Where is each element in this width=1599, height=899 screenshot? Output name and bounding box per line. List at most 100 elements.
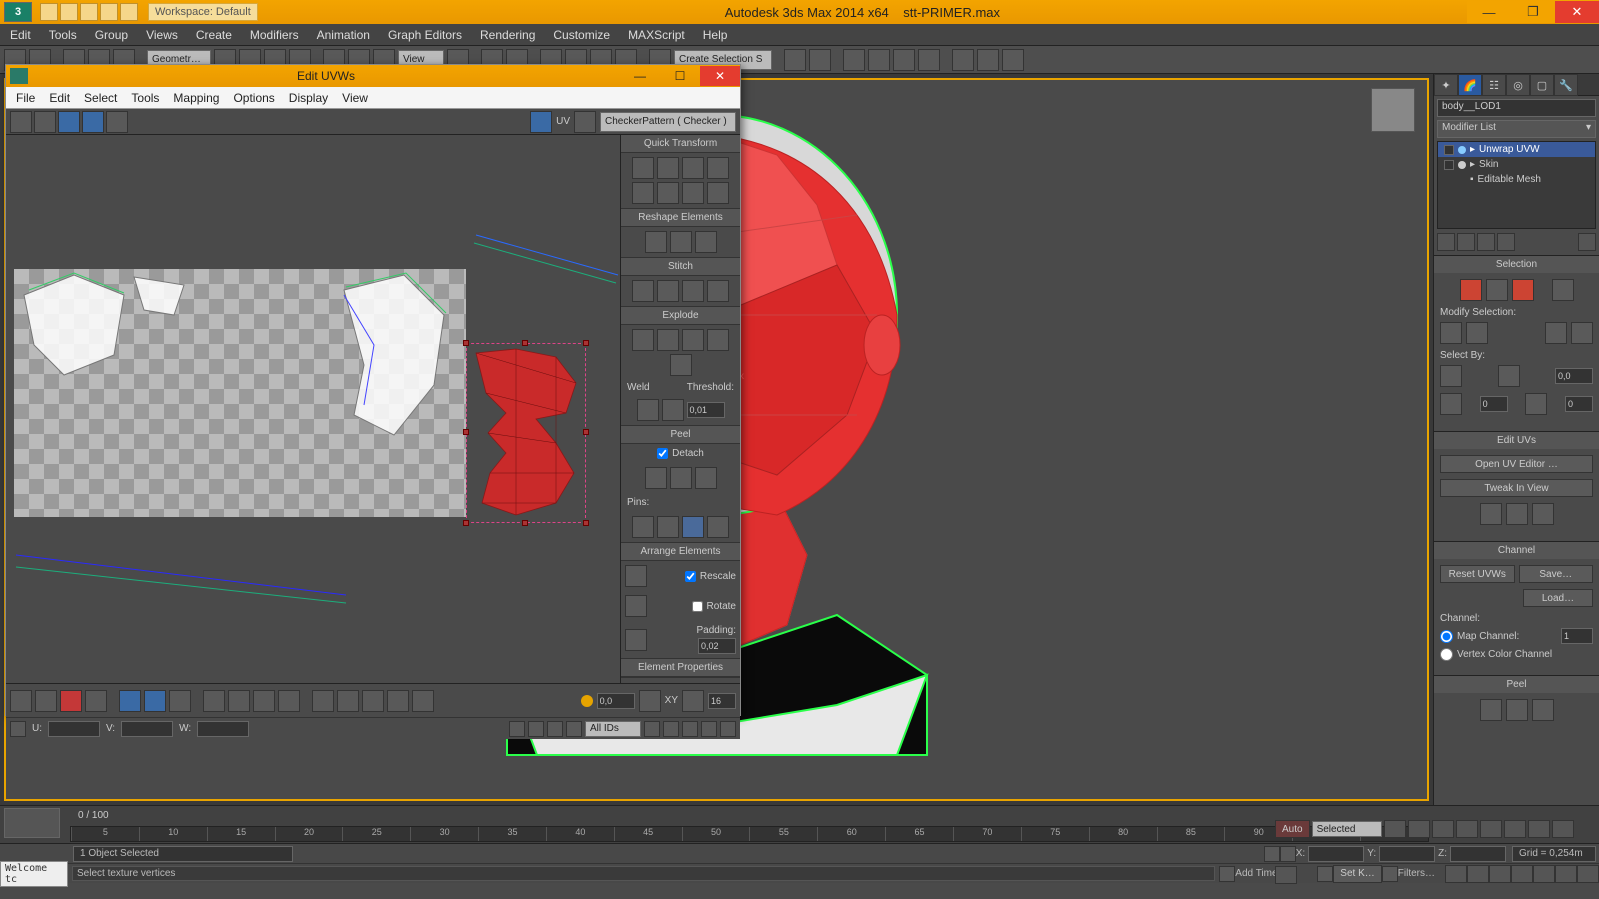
zoom-extents-icon[interactable] [701, 721, 717, 737]
uvw-mirror-icon[interactable] [106, 111, 128, 133]
misc-3-icon[interactable] [362, 690, 384, 712]
menu-tools[interactable]: Tools [49, 28, 77, 42]
quickmap-1-icon[interactable] [1480, 503, 1502, 525]
pack-3-icon[interactable] [625, 629, 647, 651]
menu-animation[interactable]: Animation [317, 28, 370, 42]
ring2-icon[interactable] [1571, 322, 1593, 344]
uvw-rotate-icon[interactable] [34, 111, 56, 133]
straighten-icon[interactable] [645, 231, 667, 253]
sel-edge-icon[interactable] [1486, 279, 1508, 301]
rotate-ccw-icon[interactable] [682, 157, 704, 179]
v-input[interactable] [121, 721, 173, 737]
uvw-move-icon[interactable] [10, 111, 32, 133]
rollout-explode[interactable]: Explode [621, 307, 740, 325]
ring-icon[interactable] [278, 690, 300, 712]
snap2-icon[interactable] [566, 721, 582, 737]
u-input[interactable] [48, 721, 100, 737]
rollout-channel[interactable]: Channel [1434, 542, 1599, 559]
menu-maxscript[interactable]: MAXScript [628, 28, 685, 42]
pin-1-icon[interactable] [632, 516, 654, 538]
selected-uv-cluster[interactable] [466, 343, 586, 523]
minimize-button[interactable]: — [1467, 1, 1511, 23]
modifier-skin[interactable]: ▸Skin [1438, 157, 1595, 172]
selby-3-icon[interactable] [1440, 393, 1462, 415]
weld-target-icon[interactable] [637, 399, 659, 421]
hierarchy-tab-icon[interactable]: ☷ [1482, 74, 1506, 96]
grow-icon[interactable] [203, 690, 225, 712]
shrink-icon[interactable] [228, 690, 250, 712]
explode-4-icon[interactable] [707, 329, 729, 351]
quickmap-2-icon[interactable] [1506, 503, 1528, 525]
menu-views[interactable]: Views [146, 28, 178, 42]
align-v-icon[interactable] [657, 157, 679, 179]
material-editor-icon[interactable] [918, 49, 940, 71]
curve-editor-icon[interactable] [868, 49, 890, 71]
pack-2-icon[interactable] [625, 595, 647, 617]
stitch-2-icon[interactable] [657, 280, 679, 302]
menu-rendering[interactable]: Rendering [480, 28, 535, 42]
selby-4-icon[interactable] [1525, 393, 1547, 415]
menu-customize[interactable]: Customize [553, 28, 610, 42]
rollout-stitch[interactable]: Stitch [621, 258, 740, 276]
prev-frame-icon[interactable] [1408, 820, 1430, 838]
uvw-menu-select[interactable]: Select [84, 91, 117, 105]
rollout-edit-uvs[interactable]: Edit UVs [1434, 432, 1599, 449]
goto-start-icon[interactable] [1384, 820, 1406, 838]
cp-peel-2-icon[interactable] [1506, 699, 1528, 721]
soft-sel-icon[interactable] [144, 690, 166, 712]
select-by-element-icon[interactable] [119, 690, 141, 712]
grow2-icon[interactable] [1440, 322, 1462, 344]
rotate-cw-icon[interactable] [707, 157, 729, 179]
weld-sel-icon[interactable] [662, 399, 684, 421]
reshape-icon[interactable] [695, 231, 717, 253]
rollout-selection[interactable]: Selection [1434, 256, 1599, 273]
uvw-menu-file[interactable]: File [16, 91, 35, 105]
pin-4-icon[interactable] [707, 516, 729, 538]
selby-2-icon[interactable] [1498, 365, 1520, 387]
explode-1-icon[interactable] [632, 329, 654, 351]
modifier-stack[interactable]: ▸Unwrap UVW ▸Skin ▪Editable Mesh [1437, 141, 1596, 229]
uvw-scale-icon[interactable] [58, 111, 80, 133]
menu-group[interactable]: Group [95, 28, 128, 42]
pin-stack-icon[interactable] [1437, 233, 1455, 251]
fit-icon[interactable] [682, 182, 704, 204]
axis-icon[interactable] [639, 690, 661, 712]
motion-tab-icon[interactable]: ◎ [1506, 74, 1530, 96]
uvw-menu-display[interactable]: Display [289, 91, 328, 105]
stitch-4-icon[interactable] [707, 280, 729, 302]
auto-key-button[interactable]: Auto [1275, 820, 1310, 838]
relax-icon[interactable] [670, 231, 692, 253]
uvw-freeform-icon[interactable] [82, 111, 104, 133]
quickmap-3-icon[interactable] [1532, 503, 1554, 525]
align-h-icon[interactable] [632, 157, 654, 179]
uvw-canvas[interactable] [6, 135, 620, 683]
edge-mode-icon[interactable] [35, 690, 57, 712]
reset-uvws-button[interactable]: Reset UVWs [1440, 565, 1515, 583]
create-tab-icon[interactable]: ✦ [1434, 74, 1458, 96]
goto-end-icon[interactable] [1480, 820, 1502, 838]
workspace-dropdown[interactable]: Workspace: Default [148, 3, 258, 21]
rollout-arrange[interactable]: Arrange Elements [621, 543, 740, 561]
loop-icon[interactable] [253, 690, 275, 712]
map-channel-spinner[interactable]: 1 [1561, 628, 1593, 644]
sel-element-icon[interactable] [1552, 279, 1574, 301]
render-icon[interactable] [1002, 49, 1024, 71]
rotate-checkbox[interactable] [692, 601, 703, 612]
remove-mod-icon[interactable] [1497, 233, 1515, 251]
qat-new-icon[interactable] [40, 3, 58, 21]
uvw-menu-mapping[interactable]: Mapping [173, 91, 219, 105]
tweak-in-view-button[interactable]: Tweak In View [1440, 479, 1593, 497]
threshold-spinner[interactable]: 0,01 [687, 402, 725, 418]
load-uvws-button[interactable]: Load… [1523, 589, 1593, 607]
rollout-peel-cp[interactable]: Peel [1434, 676, 1599, 693]
close-button[interactable]: ✕ [1555, 1, 1599, 23]
zoom-icon[interactable] [663, 721, 679, 737]
uvw-menu-edit[interactable]: Edit [49, 91, 70, 105]
uvw-show-map-icon[interactable] [530, 111, 552, 133]
rotate-spinner[interactable]: 0,0 [597, 693, 635, 709]
cp-peel-1-icon[interactable] [1480, 699, 1502, 721]
stitch-3-icon[interactable] [682, 280, 704, 302]
open-uv-editor-button[interactable]: Open UV Editor … [1440, 455, 1593, 473]
rescale-checkbox[interactable] [685, 571, 696, 582]
modifier-list-dropdown[interactable]: Modifier List▾ [1437, 120, 1596, 138]
